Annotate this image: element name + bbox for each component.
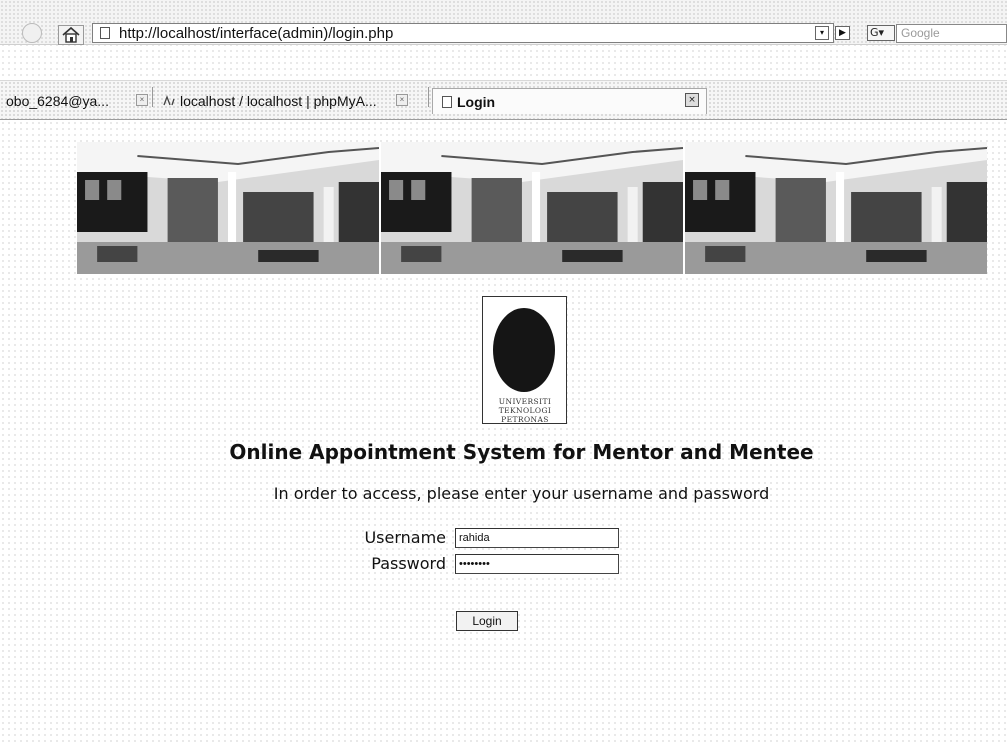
logo-text-line: UNIVERSITI (498, 397, 552, 406)
tab-label: obo_6284@ya... (6, 93, 109, 109)
banner-photo (381, 142, 685, 274)
tab-close-icon[interactable]: × (136, 94, 148, 106)
password-label: Password (371, 554, 446, 573)
tab-bar: obo_6284@ya... × localhost / localhost |… (0, 80, 1007, 120)
banner-photo (685, 142, 987, 274)
tab-label: Login (457, 94, 496, 110)
password-input[interactable] (455, 554, 619, 574)
address-bar-url[interactable]: http://localhost/interface(admin)/login.… (119, 25, 393, 42)
back-button[interactable] (22, 23, 42, 43)
page-icon (100, 27, 110, 39)
phpmyadmin-icon (163, 95, 175, 106)
banner-photo (77, 142, 381, 274)
login-button[interactable]: Login (456, 611, 518, 631)
home-icon[interactable] (58, 25, 84, 45)
search-engine-selector[interactable]: G▾ (867, 25, 895, 41)
username-input[interactable] (455, 528, 619, 548)
tab-phpmyadmin[interactable]: localhost / localhost | phpMyA... × (160, 88, 430, 114)
logo-emblem (493, 308, 555, 392)
web-search-input[interactable]: Google (896, 24, 1007, 43)
tab-close-icon[interactable]: × (396, 94, 408, 106)
tab-divider (152, 87, 153, 107)
logo-text-line: PETRONAS (501, 415, 549, 424)
university-logo: UNIVERSITI TEKNOLOGI PETRONAS (482, 296, 567, 424)
navigation-toolbar: http://localhost/interface(admin)/login.… (0, 0, 1007, 45)
username-label: Username (364, 528, 446, 547)
header-banner (77, 142, 987, 274)
go-button[interactable]: ▶ (835, 26, 850, 40)
url-dropdown-button[interactable]: ▾ (815, 26, 829, 40)
web-search-placeholder: Google (901, 26, 940, 40)
logo-text-line: TEKNOLOGI (498, 406, 552, 415)
tab-divider (428, 87, 429, 107)
tab-label: localhost / localhost | phpMyA... (180, 93, 377, 109)
browser-window: http://localhost/interface(admin)/login.… (0, 0, 1007, 744)
login-instructions: In order to access, please enter your us… (273, 484, 770, 503)
tab-mail[interactable]: obo_6284@ya... × (0, 88, 160, 114)
address-bar[interactable]: http://localhost/interface(admin)/login.… (92, 23, 834, 43)
page-title: Online Appointment System for Mentor and… (229, 440, 814, 464)
page-icon (442, 96, 452, 108)
tab-close-icon[interactable]: × (685, 93, 699, 107)
tab-login[interactable]: Login (432, 88, 707, 114)
